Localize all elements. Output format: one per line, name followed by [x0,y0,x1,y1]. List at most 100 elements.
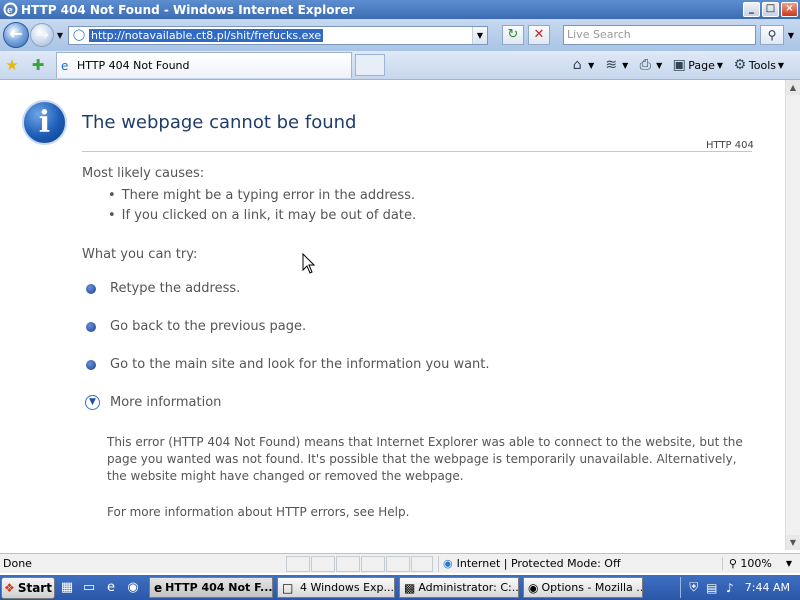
gear-icon: ⚙ [733,57,747,73]
tab-http-404[interactable]: e HTTP 404 Not Found [56,52,352,78]
tools-menu-button[interactable]: ⚙ Tools ▼ [731,57,786,73]
favorites-center-icon[interactable]: ★ [2,55,22,75]
error-details: This error (HTTP 404 Not Found) means th… [107,435,743,483]
status-panel [386,555,410,572]
page-title: The webpage cannot be found [82,112,357,133]
causes-list: There might be a typing error in the add… [108,186,416,226]
feeds-button[interactable]: ≋ ▼ [602,57,630,73]
scroll-track[interactable] [786,95,800,535]
help-line: For more information about HTTP errors, … [107,505,410,519]
bullet-icon [86,359,96,370]
main-site-link[interactable]: Go to the main site and look for the inf… [86,357,490,372]
forward-button[interactable]: → [30,23,54,47]
status-panel [411,555,433,572]
list-item: There might be a typing error in the add… [108,186,416,206]
start-button[interactable]: ❖ Start [1,576,55,599]
chevron-down-icon: ▼ [85,395,100,410]
task-label: Options - Mozilla ... [541,581,643,594]
status-text: Done [3,557,32,570]
zoom-dropdown-icon[interactable]: ▼ [786,559,792,568]
status-panel [311,555,335,572]
taskbar: ❖ Start ▦ ▭ e ◉ e HTTP 404 Not F... □ 4 … [0,575,800,600]
quicklaunch-ie-icon[interactable]: e [101,580,121,595]
add-favorites-icon[interactable]: ✚ [28,55,48,75]
volume-icon[interactable]: ♪ [721,581,739,595]
maximize-button[interactable]: □ [762,2,779,17]
task-cmd[interactable]: ▩ Administrator: C:... [399,577,519,598]
page-icon: ◯ [72,28,86,41]
try-item-label: Go to the main site and look for the inf… [110,357,490,372]
home-icon: ⌂ [572,57,582,73]
back-button[interactable]: ← [3,22,29,48]
network-icon[interactable]: ▤ [703,581,721,595]
search-input[interactable]: Live Search [563,25,756,45]
retype-address-link[interactable]: Retype the address. [86,281,240,296]
refresh-button[interactable]: ↻ [502,25,524,45]
firefox-icon: ◉ [528,580,539,595]
go-back-link[interactable]: Go back to the previous page. [86,319,306,334]
task-ie[interactable]: e HTTP 404 Not F... [149,577,273,598]
status-panel [336,555,360,572]
rss-icon: ≋ [605,57,618,73]
cmd-icon: ▩ [404,580,416,595]
window-title: HTTP 404 Not Found - Windows Internet Ex… [21,2,355,17]
status-bar: Done ◉ Internet | Protected Mode: Off ⚲ … [0,553,800,573]
page-icon: ▣ [672,57,686,73]
address-url[interactable]: http://notavailable.ct8.pl/shit/frefucks… [89,28,324,42]
try-heading: What you can try: [82,247,198,262]
address-bar[interactable]: ◯ http://notavailable.ct8.pl/shit/frefuc… [68,25,488,45]
tools-menu-label: Tools [748,58,776,72]
causes-heading: Most likely causes: [82,166,205,181]
security-shield-icon[interactable]: ⛨ [685,580,703,595]
page-menu-label: Page [688,58,715,72]
zone-label: Internet | Protected Mode: Off [456,557,621,570]
bullet-icon [86,321,96,332]
close-button[interactable]: × [781,2,798,17]
minimize-button[interactable]: _ [743,2,760,17]
start-label: Start [17,580,52,595]
page-menu-button[interactable]: ▣ Page ▼ [670,57,725,73]
folder-icon: □ [282,580,294,595]
recent-pages-dropdown[interactable]: ▼ [54,31,66,40]
print-button[interactable]: ⎙ ▼ [636,57,664,73]
address-dropdown-icon[interactable]: ▼ [472,26,487,44]
ie-logo-icon: e [3,2,18,17]
search-options-dropdown[interactable]: ▼ [784,31,798,40]
zoom-control[interactable]: ⚲ 100% ▼ [721,557,792,570]
tab-toolbar: ★ ✚ e HTTP 404 Not Found ⌂ ▼ ≋ ▼ ⎙ ▼ ▣ Page ▼… [0,51,800,80]
status-panel [361,555,385,572]
stop-button[interactable]: ✕ [528,25,550,45]
command-bar: ⌂ ▼ ≋ ▼ ⎙ ▼ ▣ Page ▼ ⚙ Tools ▼ [562,57,786,73]
task-explorer[interactable]: □ 4 Windows Exp... [277,577,395,598]
system-tray: ⛨ ▤ ♪ 7:44 AM [679,577,800,598]
status-panel [286,555,310,572]
http-code: HTTP 404 [706,140,754,151]
page-content: i The webpage cannot be found HTTP 404 M… [0,80,785,550]
home-button[interactable]: ⌂ ▼ [568,57,596,73]
vertical-scrollbar[interactable]: ▲ ▼ [785,80,800,550]
quicklaunch-desktop-icon[interactable]: ▭ [79,580,99,595]
scroll-down-icon[interactable]: ▼ [786,535,800,550]
printer-icon: ⎙ [639,57,651,73]
globe-icon: ◉ [443,557,453,570]
magnifier-icon: ⚲ [728,557,737,570]
svg-text:e: e [7,6,13,16]
info-icon: i [22,100,67,145]
security-zone[interactable]: ◉ Internet | Protected Mode: Off [438,555,621,572]
new-tab-button[interactable] [355,54,385,76]
divider [82,151,752,152]
zoom-level: 100% [740,557,772,570]
quicklaunch-firefox-icon[interactable]: ◉ [123,580,143,595]
title-bar: e HTTP 404 Not Found - Windows Internet … [0,0,800,19]
scroll-up-icon[interactable]: ▲ [786,80,800,95]
windows-logo-icon: ❖ [4,580,15,595]
more-information-toggle[interactable]: ▼ More information [85,395,221,410]
clock[interactable]: 7:44 AM [745,581,790,594]
address-toolbar: ← → ▼ ◯ http://notavailable.ct8.pl/shit/… [0,19,800,51]
search-button[interactable]: ⚲ [760,25,784,45]
task-label: Administrator: C:... [418,581,519,594]
task-firefox[interactable]: ◉ Options - Mozilla ... [523,577,643,598]
ie-icon: e [154,580,163,595]
quicklaunch-network-icon[interactable]: ▦ [57,580,77,595]
list-item: If you clicked on a link, it may be out … [108,206,416,226]
